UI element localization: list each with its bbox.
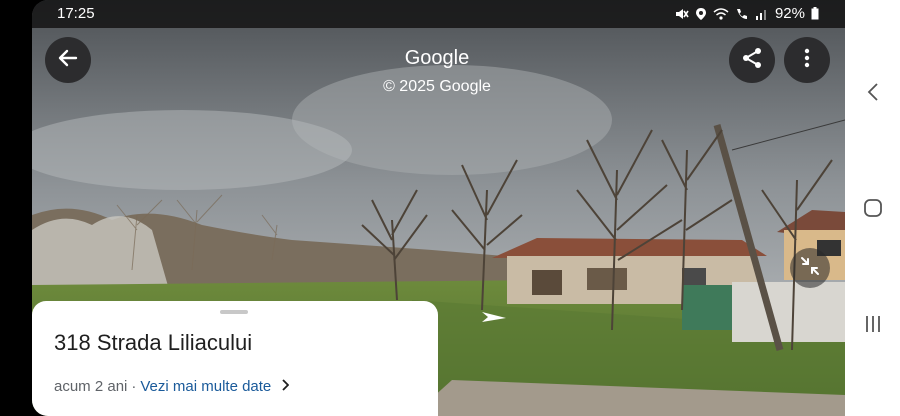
share-button[interactable] — [729, 37, 775, 83]
call-icon — [735, 7, 749, 21]
capture-info: acum 2 ani · Vezi mai multe date — [54, 378, 290, 395]
address-title: 318 Strada Liliacului — [54, 330, 253, 355]
nav-recents-button[interactable] — [845, 306, 900, 346]
status-bar: 17:25 92% — [32, 0, 845, 28]
chevron-right-icon[interactable] — [281, 378, 290, 395]
more-dates-link[interactable]: Vezi mai multe date — [140, 378, 271, 395]
status-time: 17:25 — [57, 5, 95, 22]
back-button[interactable] — [45, 37, 91, 83]
more-vertical-icon — [804, 48, 810, 73]
status-icons: 92% — [675, 5, 819, 22]
capture-age: acum 2 ani — [54, 378, 128, 395]
nav-recents-icon — [864, 315, 882, 338]
android-nav-bar — [845, 0, 900, 416]
share-icon — [740, 46, 764, 75]
location-icon — [695, 7, 707, 21]
place-info-card[interactable]: 318 Strada Liliacului acum 2 ani · Vezi … — [32, 301, 438, 416]
collapse-arrows-icon — [799, 255, 821, 282]
drag-handle[interactable] — [220, 310, 248, 314]
more-options-button[interactable] — [784, 37, 830, 83]
nav-back-button[interactable] — [845, 74, 900, 114]
arrow-left-icon — [57, 47, 79, 74]
header-title: Google — [404, 47, 470, 69]
mute-icon — [675, 7, 689, 21]
copyright-text: © 2025 Google — [383, 78, 491, 95]
street-view-screen: 17:25 92% Google © 2025 Google 318 Strad… — [32, 0, 845, 416]
wifi-call-icon — [713, 7, 729, 21]
battery-percent: 92% — [774, 5, 805, 22]
nav-home-icon — [863, 198, 883, 223]
battery-icon — [811, 7, 819, 20]
nav-home-button[interactable] — [845, 190, 900, 230]
collapse-view-button[interactable] — [790, 248, 830, 288]
nav-back-icon — [867, 82, 879, 107]
signal-icon — [755, 7, 769, 21]
separator-dot: · — [131, 378, 137, 395]
